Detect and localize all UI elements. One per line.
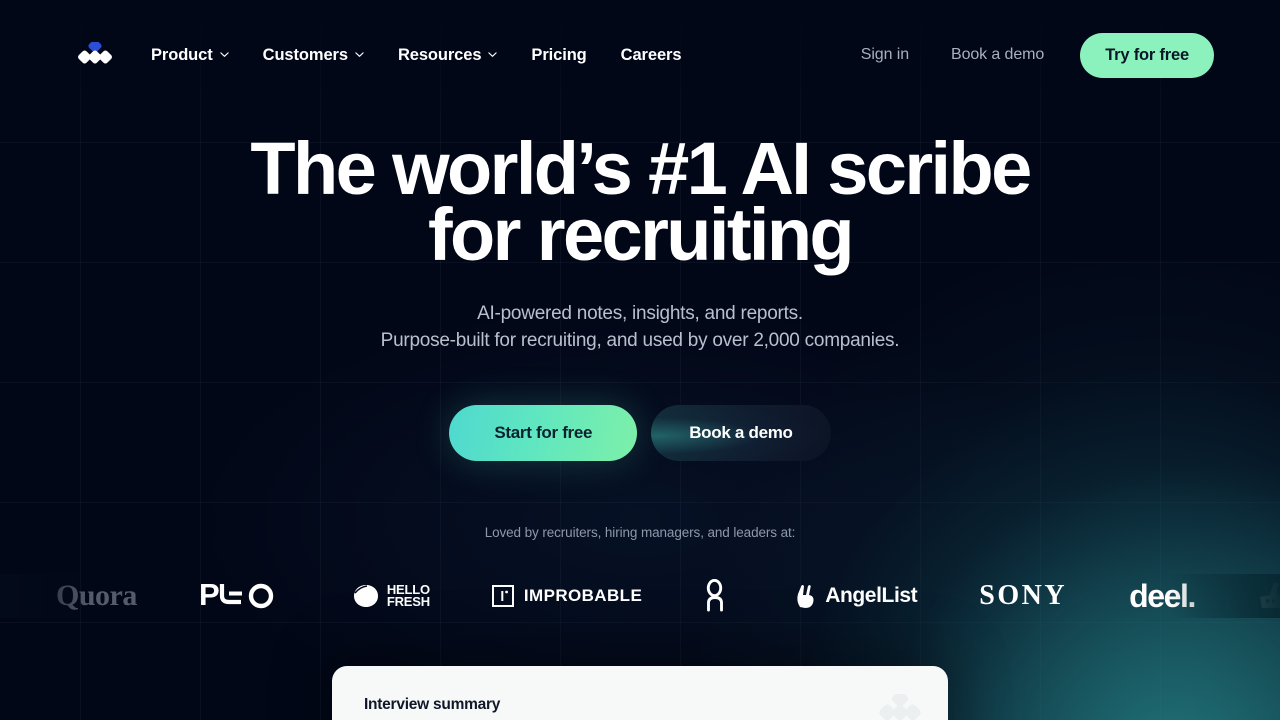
improbable-logo: IMPROBABLE xyxy=(491,574,643,618)
hellofresh-moon-icon xyxy=(353,585,378,607)
improbable-wordmark: IMPROBABLE xyxy=(523,586,643,605)
metaview-watermark-logo xyxy=(878,690,922,720)
header-actions: Sign in Book a demo Try for free xyxy=(843,32,1214,78)
angellist-wordmark: AngelList xyxy=(825,584,918,607)
nav-item-resources[interactable]: Resources xyxy=(381,38,514,73)
angellist-peace-icon xyxy=(797,584,814,608)
book-a-demo-button[interactable]: Book a demo xyxy=(651,405,830,461)
nav-item-label: Pricing xyxy=(531,45,587,64)
start-for-free-button[interactable]: Start for free xyxy=(449,405,638,461)
improbable-mark-icon xyxy=(491,585,514,607)
sign-in-link[interactable]: Sign in xyxy=(843,38,927,72)
page-title: The world’s #1 AI scribe for recruiting xyxy=(0,132,1280,276)
nav-item-careers[interactable]: Careers xyxy=(604,38,699,73)
book-demo-link[interactable]: Book a demo xyxy=(933,38,1062,72)
sony-logo: SONY xyxy=(979,580,1068,611)
deliveroo-logo: deliveroo xyxy=(1257,574,1280,618)
try-for-free-button[interactable]: Try for free xyxy=(1080,32,1214,78)
primary-navigation: Product Customers Resources Pricing Care… xyxy=(134,38,698,73)
headline-line-2: for recruiting xyxy=(427,193,855,276)
hellofresh-logo: HELLO FRESH xyxy=(353,574,430,618)
chevron-down-icon xyxy=(355,50,364,59)
nav-item-label: Product xyxy=(151,45,213,64)
interview-summary-card[interactable]: Interview summary xyxy=(332,666,948,720)
nav-item-customers[interactable]: Customers xyxy=(246,38,381,73)
deliveroo-kangaroo-icon xyxy=(1260,582,1280,608)
svg-text:P: P xyxy=(199,579,219,612)
metaview-logo[interactable] xyxy=(78,39,112,68)
chevron-down-icon xyxy=(219,50,229,59)
social-proof-caption: Loved by recruiters, hiring managers, an… xyxy=(484,525,796,540)
subhead-line-1: AI-powered notes, insights, and reports. xyxy=(477,303,803,324)
angellist-logo: AngelList xyxy=(794,574,918,618)
nav-item-label: Resources xyxy=(397,45,482,64)
on-running-logo xyxy=(704,574,732,618)
pleo-logo: P xyxy=(199,574,291,618)
marquee-track: Quora P HELLO FRESH IMPROBABLE AngelList… xyxy=(0,574,1280,618)
customer-logo-marquee: Quora P HELLO FRESH IMPROBABLE AngelList… xyxy=(0,574,1280,618)
card-title: Interview summary xyxy=(364,696,501,713)
hellofresh-wordmark: HELLO FRESH xyxy=(386,581,430,609)
site-header: Product Customers Resources Pricing Care… xyxy=(0,0,1280,110)
nav-item-label: Careers xyxy=(620,45,682,64)
deel-logo: deel. xyxy=(1129,577,1196,614)
nav-item-label: Customers xyxy=(262,45,348,64)
nav-item-product[interactable]: Product xyxy=(134,38,246,73)
hero-subheading: AI-powered notes, insights, and reports.… xyxy=(0,300,1280,354)
chevron-down-icon xyxy=(488,50,498,59)
subhead-line-2: Purpose-built for recruiting, and used b… xyxy=(380,330,900,351)
nav-item-pricing[interactable]: Pricing xyxy=(514,38,603,73)
quora-logo: Quora xyxy=(56,579,137,612)
hero-cta-row: Start for free Book a demo xyxy=(0,405,1280,461)
